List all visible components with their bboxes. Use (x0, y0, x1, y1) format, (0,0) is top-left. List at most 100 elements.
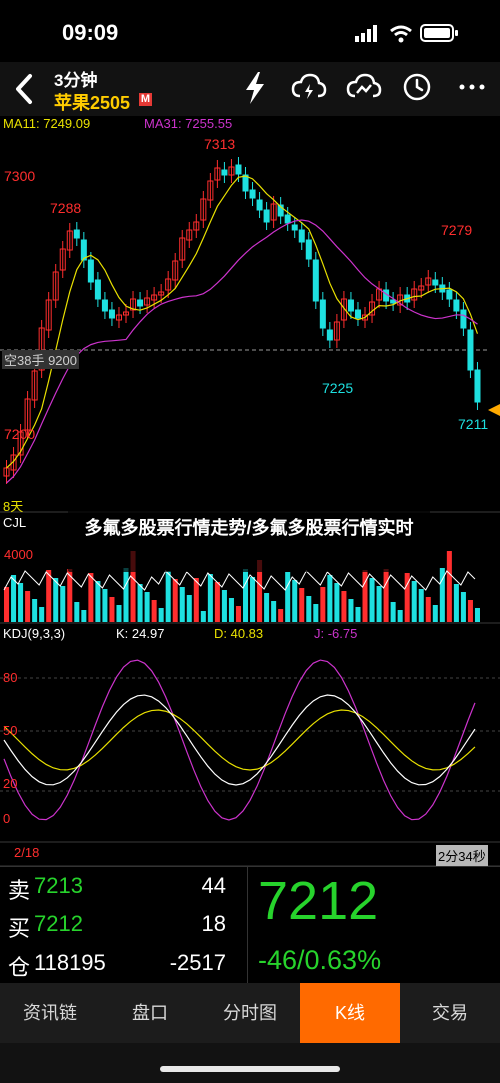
more-icon[interactable] (458, 82, 486, 92)
volume-bar (369, 578, 375, 622)
volume-title: CJL (3, 515, 27, 530)
volume-bar (313, 604, 319, 622)
sell-qty: 44 (201, 873, 226, 898)
volume-bar (193, 578, 199, 622)
candle-body (221, 169, 228, 176)
volume-bar (137, 584, 143, 622)
volume-bar (243, 569, 249, 622)
kdj-d-value: D: 40.83 (214, 626, 264, 641)
volume-bar (11, 575, 17, 622)
tab-order-book[interactable]: 盘口 (100, 983, 200, 1043)
volume-bar (60, 586, 66, 622)
volume-bar (397, 610, 403, 622)
buy-qty: 18 (201, 911, 226, 936)
lightning-icon[interactable] (240, 70, 270, 106)
volume-bar (165, 571, 171, 622)
high-marker: 7313 (204, 136, 236, 152)
volume-bar (32, 599, 38, 622)
candle-body (137, 299, 144, 307)
buy-label: 买 (8, 916, 31, 941)
home-area (0, 1043, 500, 1083)
sell-label: 卖 (8, 878, 31, 903)
back-icon[interactable] (10, 72, 40, 106)
volume-bar (376, 586, 382, 622)
status-icons (355, 24, 458, 43)
volume-bar (306, 596, 312, 622)
volume-bar (81, 610, 87, 622)
low-marker: 7225 (322, 380, 354, 396)
cloud-flash-icon[interactable] (291, 72, 327, 102)
quote-divider-top (0, 866, 500, 867)
kdj-k-value: K: 24.97 (116, 626, 165, 641)
volume-bar (123, 568, 129, 622)
volume-bar (144, 592, 150, 622)
buy-price: 7212 (34, 911, 83, 936)
kdj-j-line (3, 659, 476, 821)
kdj-tick-0: 0 (3, 811, 11, 826)
position-arrow-icon (488, 404, 500, 416)
volume-bar (172, 579, 178, 622)
kdj-d-line (3, 709, 476, 771)
volume-bar (250, 577, 256, 622)
volume-bar (432, 605, 438, 622)
volume-bar (151, 600, 157, 622)
candle-body (263, 209, 270, 223)
position-line-label: 空38手 9200 (2, 350, 79, 369)
volume-bar (46, 570, 52, 622)
volume-bar (341, 591, 347, 622)
days-label: 8天 (3, 499, 24, 514)
cloud-chart-icon[interactable] (346, 72, 382, 102)
date-label: 2/18 (14, 845, 40, 860)
nav-title: 3分钟 (54, 71, 98, 90)
volume-bar (179, 587, 185, 622)
clock-icon[interactable] (402, 72, 432, 102)
volume-tick: 4000 (4, 547, 33, 562)
volume-bar (235, 606, 241, 622)
wifi-icon (390, 25, 412, 43)
price-change: -46/0.63% (258, 945, 382, 975)
main-contract-badge: M (139, 93, 152, 106)
candle-body (460, 309, 467, 329)
kline-chart[interactable] (0, 112, 500, 866)
volume-bar (88, 573, 94, 622)
right-high-marker: 7279 (441, 222, 473, 238)
volume-bar (334, 583, 340, 622)
candle-body (291, 224, 298, 231)
candle-body (256, 199, 263, 211)
candle-body (298, 229, 305, 243)
volume-bar (285, 572, 291, 622)
volume-bar (467, 600, 473, 622)
volume-bar (418, 589, 424, 622)
tab-trade[interactable]: 交易 (400, 983, 500, 1043)
ma11-line (6, 175, 479, 469)
tab-news[interactable]: 资讯链 (0, 983, 100, 1043)
volume-bar (271, 601, 277, 622)
volume-bar (320, 587, 326, 622)
candle-body (312, 259, 319, 302)
volume-bar (228, 598, 234, 622)
volume-bar (74, 602, 80, 622)
signal-icon (355, 25, 377, 42)
volume-bar (327, 575, 333, 622)
volume-bar (278, 609, 284, 622)
axis-label-7300: 7300 (4, 168, 36, 184)
home-indicator[interactable] (160, 1066, 340, 1072)
kdj-k-line (3, 694, 476, 786)
volume-bar (264, 593, 270, 622)
tab-timeshare[interactable]: 分时图 (200, 983, 300, 1043)
volume-bar (446, 551, 452, 622)
candle-body (242, 174, 249, 192)
open-interest-label: 仓 (8, 955, 31, 980)
candle-body (446, 289, 453, 300)
tab-kline[interactable]: K线 (300, 983, 400, 1043)
candle-body (101, 299, 108, 312)
last-price-marker: 7211 (458, 416, 489, 432)
volume-bar (186, 595, 192, 622)
candle-body (432, 279, 439, 286)
sell-price: 7213 (34, 873, 83, 898)
kdj-tick-50: 50 (3, 723, 18, 738)
volume-bar (18, 583, 24, 622)
volume-bar (207, 574, 213, 622)
volume-ma-line (3, 570, 476, 591)
volume-bar (299, 588, 305, 622)
